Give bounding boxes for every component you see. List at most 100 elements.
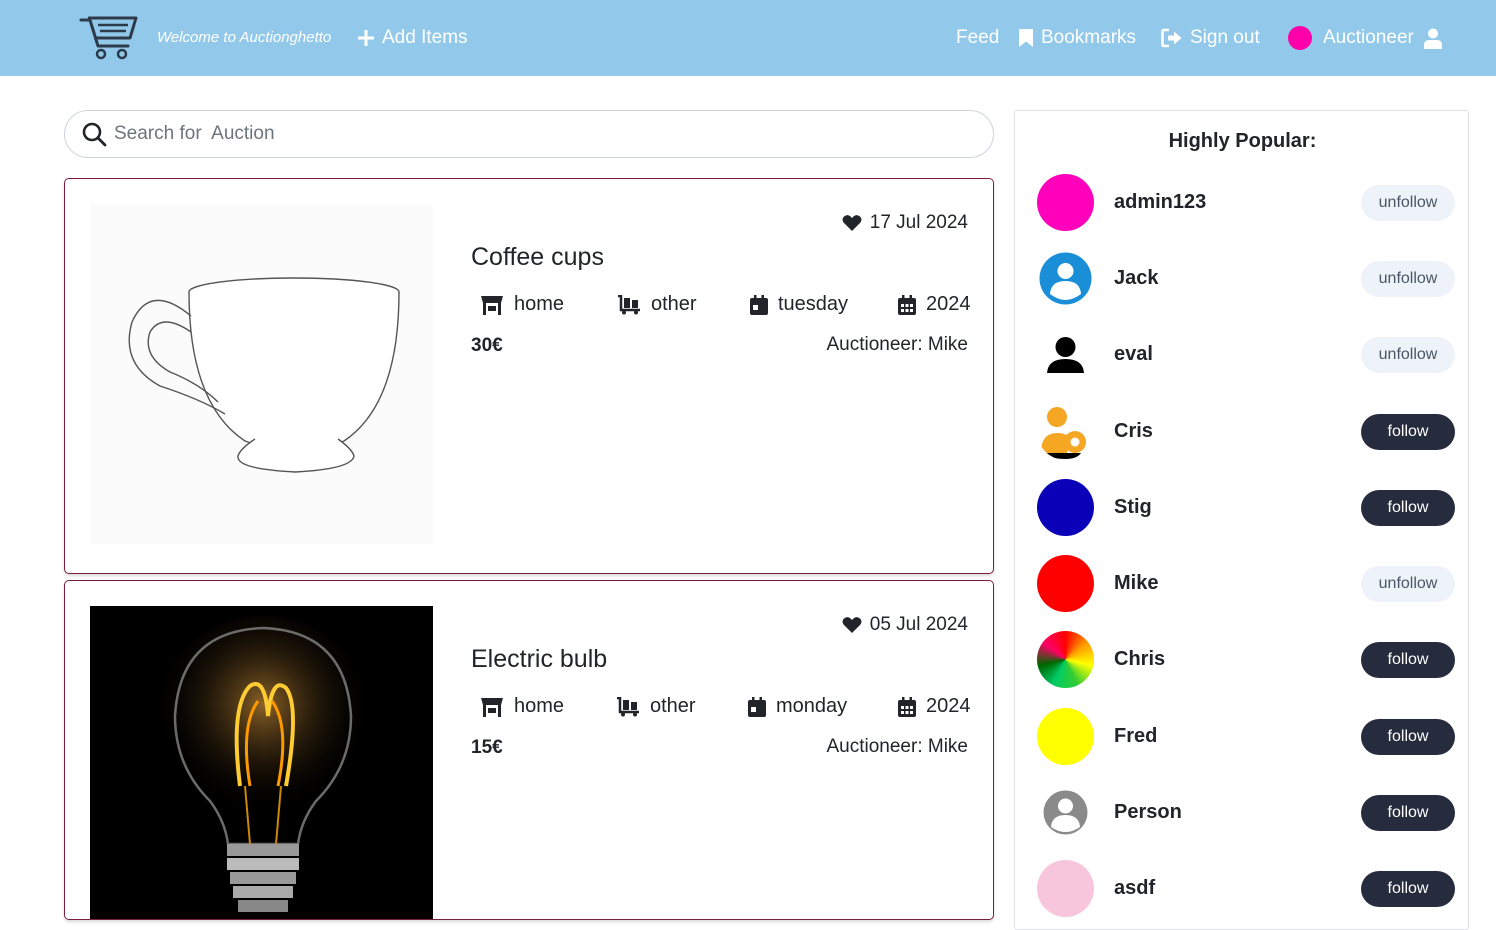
popular-user-row: Chris follow (1037, 631, 1455, 689)
plus-icon (358, 30, 374, 46)
unfollow-button[interactable]: unfollow (1361, 185, 1455, 221)
avatar[interactable] (1037, 860, 1094, 917)
user-name[interactable]: Jack (1114, 267, 1159, 290)
item-price: 30€ (471, 335, 503, 356)
item-date-text: 17 Jul 2024 (869, 212, 968, 233)
user-name[interactable]: Fred (1114, 725, 1157, 748)
item-type: other (617, 293, 697, 316)
user-name[interactable]: admin123 (1114, 191, 1206, 214)
user-name[interactable]: Person (1114, 801, 1182, 824)
avatar[interactable] (1037, 784, 1094, 841)
popular-user-row: asdf follow (1037, 860, 1455, 918)
follow-button[interactable]: follow (1361, 719, 1455, 755)
auction-card[interactable]: 17 Jul 2024 Coffee cups home other tuesd… (64, 178, 994, 574)
item-price: 15€ (471, 737, 503, 758)
item-year-label: 2024 (926, 293, 971, 315)
user-icon (1423, 28, 1442, 49)
user-name[interactable]: Stig (1114, 496, 1152, 519)
follow-button[interactable]: follow (1361, 642, 1455, 678)
popular-user-row: admin123 unfollow (1037, 174, 1455, 232)
user-name[interactable]: eval (1114, 343, 1153, 366)
unfollow-button[interactable]: unfollow (1361, 566, 1455, 602)
person-silhouette-icon (1047, 337, 1084, 373)
search-input[interactable] (114, 119, 974, 149)
follow-button[interactable]: follow (1361, 795, 1455, 831)
feed-link[interactable]: Feed (956, 24, 999, 52)
follow-button[interactable]: follow (1361, 414, 1455, 450)
item-category: home (480, 695, 564, 718)
item-year: 2024 (898, 695, 971, 718)
store-icon (481, 697, 503, 717)
calendar-day-icon (750, 294, 768, 315)
feed-label: Feed (956, 27, 1000, 48)
item-category-label: home (514, 293, 565, 315)
avatar[interactable] (1037, 631, 1094, 688)
item-date-text: 05 Jul 2024 (869, 614, 968, 635)
popular-user-row: Stig follow (1037, 479, 1455, 537)
unfollow-button[interactable]: unfollow (1361, 337, 1455, 373)
item-category: home (480, 293, 564, 316)
item-day-label: tuesday (778, 293, 849, 315)
item-year-label: 2024 (926, 695, 971, 717)
popular-users-panel: Highly Popular: admin123 unfollow Jack u… (1014, 110, 1469, 930)
light-bulb-photo (90, 606, 433, 919)
avatar[interactable] (1037, 555, 1094, 612)
avatar[interactable] (1037, 326, 1094, 383)
welcome-text: Welcome to Auctionghetto (157, 29, 332, 46)
user-name[interactable]: Chris (1114, 648, 1165, 671)
item-image-coffee-cup (90, 204, 433, 544)
search-icon (82, 122, 107, 147)
avatar[interactable] (1037, 479, 1094, 536)
user-name[interactable]: Mike (1114, 572, 1158, 595)
item-year: 2024 (898, 293, 971, 316)
item-day-label: monday (776, 695, 848, 717)
calendar-icon (898, 696, 916, 717)
bookmarks-link[interactable]: Bookmarks (1018, 24, 1136, 52)
popular-user-row: Person follow (1037, 784, 1455, 842)
unfollow-button[interactable]: unfollow (1361, 261, 1455, 297)
item-category-label: home (514, 695, 565, 717)
follow-button[interactable]: follow (1361, 871, 1455, 907)
item-auctioneer[interactable]: Auctioneer: Mike (826, 736, 968, 758)
popular-user-row: Mike unfollow (1037, 555, 1455, 613)
item-title: Electric bulb (471, 645, 608, 673)
user-name[interactable]: Cris (1114, 420, 1153, 443)
user-profile-link[interactable]: Auctioneer (1288, 24, 1442, 52)
item-date: 17 Jul 2024 (842, 212, 968, 234)
sign-out-icon (1161, 28, 1182, 48)
dolly-icon (618, 294, 640, 314)
user-avatar-icon (1039, 252, 1092, 305)
sign-out-link[interactable]: Sign out (1161, 24, 1260, 52)
heart-icon[interactable] (842, 214, 862, 232)
shopping-cart-logo-icon[interactable] (78, 14, 138, 62)
item-type-label: other (651, 293, 697, 315)
popular-user-row: Jack unfollow (1037, 250, 1455, 308)
item-title: Coffee cups (471, 243, 604, 271)
item-auctioneer[interactable]: Auctioneer: Mike (826, 334, 968, 356)
dolly-icon (617, 696, 639, 716)
store-icon (481, 295, 503, 315)
calendar-day-icon (748, 696, 766, 717)
follow-button[interactable]: follow (1361, 490, 1455, 526)
popular-user-row: eval unfollow (1037, 326, 1455, 384)
add-items-link[interactable]: Add Items (357, 24, 468, 52)
item-day: monday (748, 695, 847, 718)
item-image-light-bulb (90, 606, 433, 919)
avatar[interactable] (1037, 403, 1094, 460)
avatar[interactable] (1037, 250, 1094, 307)
item-date: 05 Jul 2024 (842, 614, 968, 636)
sign-out-label: Sign out (1190, 27, 1260, 48)
panel-title: Highly Popular: (1168, 130, 1317, 152)
avatar[interactable] (1037, 174, 1094, 231)
auction-card[interactable]: 05 Jul 2024 Electric bulb home other mon… (64, 580, 994, 920)
heart-icon[interactable] (842, 616, 862, 634)
user-name[interactable]: asdf (1114, 877, 1155, 900)
bookmarks-label: Bookmarks (1041, 27, 1137, 48)
coffee-cup-illustration (128, 277, 400, 473)
default-user-icon (1043, 790, 1088, 835)
calendar-icon (898, 294, 916, 315)
popular-user-row: Fred follow (1037, 708, 1455, 766)
popular-user-row: Cris follow (1037, 403, 1455, 461)
avatar[interactable] (1037, 708, 1094, 765)
user-gear-icon (1041, 407, 1086, 459)
